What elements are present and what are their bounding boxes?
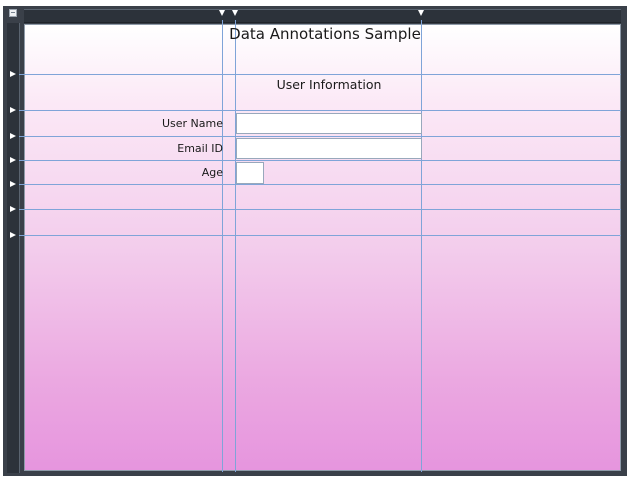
column-marker-icon[interactable] [219,10,225,16]
row-marker-icon[interactable] [10,71,16,77]
email-id-label: Email ID [177,142,223,155]
column-ruler[interactable] [24,9,621,23]
row-marker-icon[interactable] [10,133,16,139]
row-gridline[interactable] [19,184,621,185]
section-heading: User Information [276,77,382,92]
row-marker-icon[interactable] [10,232,16,238]
row-gridline[interactable] [19,110,621,111]
row-marker-icon[interactable] [10,157,16,163]
row-ruler[interactable] [7,23,20,473]
user-name-label: User Name [161,117,223,130]
row-gridline[interactable] [19,160,621,161]
row-marker-icon[interactable] [10,107,16,113]
column-gridline[interactable] [222,20,223,472]
grid-toggle-icon[interactable] [9,9,17,17]
email-id-input[interactable] [236,138,422,159]
page-title: Data Annotations Sample [229,25,421,43]
row-gridline[interactable] [19,136,621,137]
row-gridline[interactable] [19,209,621,210]
age-label: Age [201,166,223,179]
column-marker-icon[interactable] [418,10,424,16]
age-input[interactable] [236,162,264,184]
column-marker-icon[interactable] [232,10,238,16]
row-marker-icon[interactable] [10,206,16,212]
designer-surface: Data Annotations Sample User Information… [0,0,630,478]
row-gridline[interactable] [19,235,621,236]
row-gridline[interactable] [19,74,621,75]
row-marker-icon[interactable] [10,181,16,187]
user-name-input[interactable] [236,113,422,134]
